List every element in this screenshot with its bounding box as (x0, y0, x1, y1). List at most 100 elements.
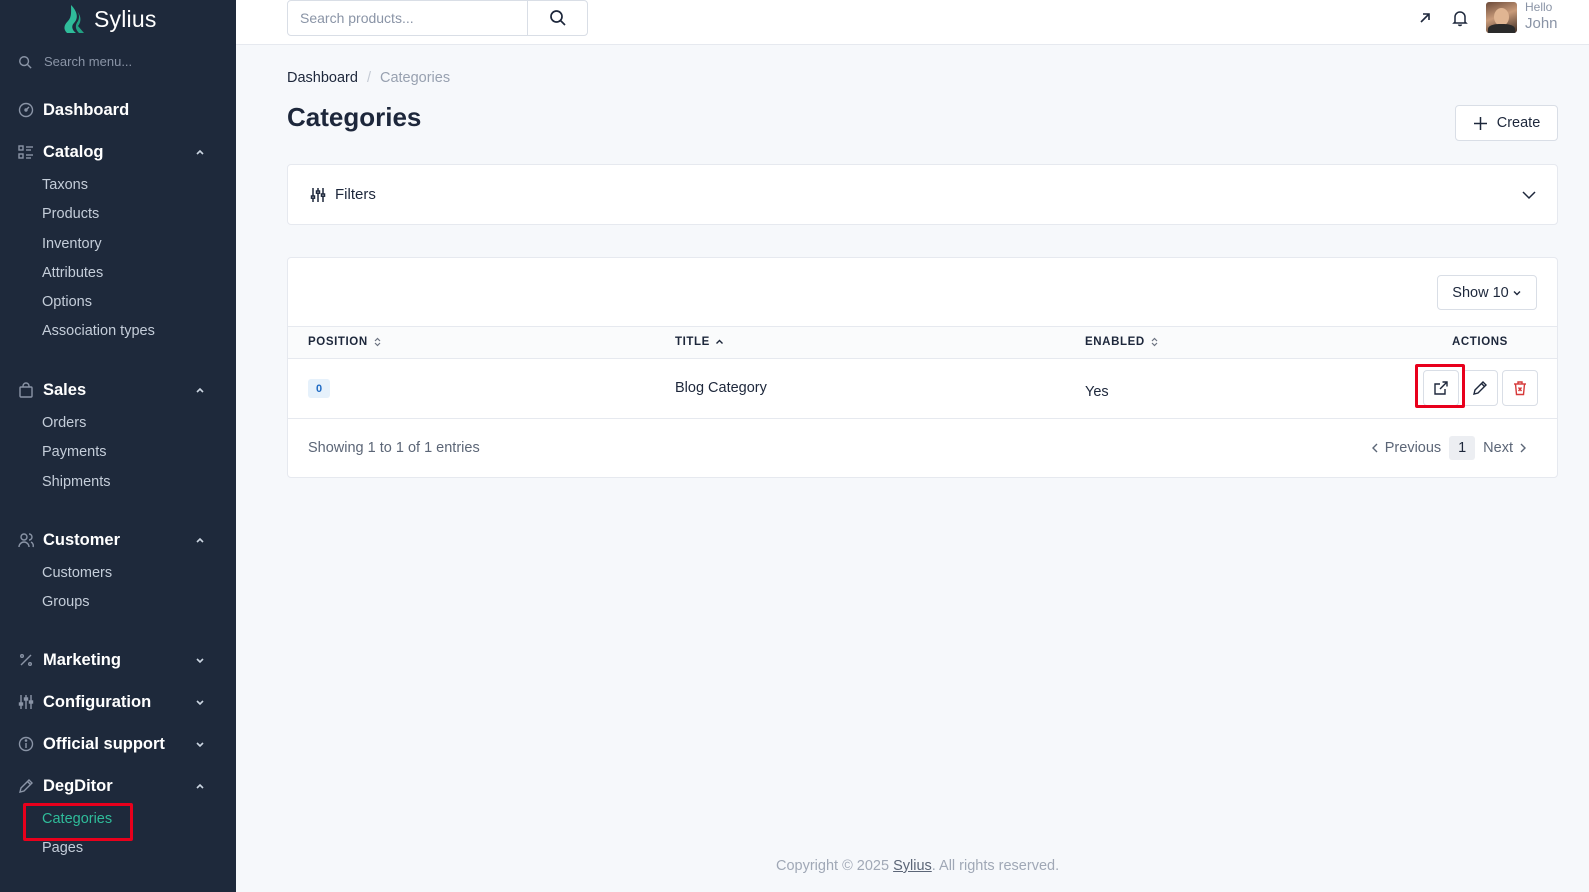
nav-section-catalog: Catalog Taxons Products Inventory Attrib… (0, 139, 236, 347)
page-size-dropdown[interactable]: Show 10 (1437, 275, 1537, 310)
search-icon (19, 55, 32, 69)
breadcrumb-dashboard[interactable]: Dashboard (287, 70, 358, 86)
nav-official-support[interactable]: Official support (0, 731, 236, 757)
nav-item-attributes[interactable]: Attributes (42, 259, 236, 288)
nav-customer[interactable]: Customer (0, 527, 236, 553)
nav-item-groups[interactable]: Groups (42, 588, 236, 617)
menu-search-placeholder: Search menu... (44, 54, 133, 69)
nav-item-taxons[interactable]: Taxons (42, 171, 236, 200)
show-button[interactable] (1423, 370, 1459, 406)
sliders-icon (17, 694, 34, 711)
create-button-label: Create (1496, 115, 1541, 131)
position-badge: 0 (308, 379, 330, 398)
footer-prefix: Copyright © 2025 (776, 858, 894, 874)
column-enabled[interactable]: ENABLED (1085, 336, 1159, 348)
nav-item-pages[interactable]: Pages (42, 834, 236, 863)
catalog-submenu: Taxons Products Inventory Attributes Opt… (0, 171, 236, 347)
pagination: Previous 1 Next (1369, 436, 1529, 460)
filters-label: Filters (335, 186, 376, 203)
trash-icon (1514, 381, 1526, 396)
nav-item-categories[interactable]: Categories (42, 805, 236, 834)
nav-item-shipments[interactable]: Shipments (42, 468, 236, 497)
product-search (287, 0, 588, 36)
footer-suffix: . All rights reserved. (931, 858, 1060, 874)
filter-sliders-icon (310, 188, 326, 202)
product-search-button[interactable] (527, 1, 587, 35)
external-link-icon (1434, 381, 1448, 395)
chevron-down-icon (196, 658, 204, 664)
table-info: Showing 1 to 1 of 1 entries (308, 440, 480, 456)
nav-item-payments[interactable]: Payments (42, 438, 236, 467)
users-icon (17, 532, 34, 549)
catalog-icon (17, 144, 34, 161)
pencil-icon (1473, 381, 1487, 395)
row-title: Blog Category (675, 380, 767, 396)
row-enabled: Yes (1085, 384, 1109, 400)
chevron-down-icon (196, 700, 204, 706)
avatar[interactable] (1486, 2, 1517, 33)
nav-sales[interactable]: Sales (0, 377, 236, 403)
menu-search[interactable]: Search menu... (18, 54, 132, 69)
brand-name: Sylius (94, 5, 157, 32)
chevron-up-icon (196, 387, 204, 393)
delete-button[interactable] (1502, 370, 1538, 406)
chevron-down-icon (1513, 290, 1521, 295)
sort-icon (374, 337, 381, 347)
nav-section-marketing: Marketing (0, 647, 236, 673)
nav-catalog[interactable]: Catalog (0, 139, 236, 165)
user-name[interactable]: John (1525, 15, 1558, 32)
sidebar: Sylius Search menu... Dashboard Catalog … (0, 0, 236, 892)
chevron-up-icon (196, 783, 204, 789)
footer-sylius-link[interactable]: Sylius (893, 858, 932, 874)
pagination-next[interactable]: Next (1483, 440, 1529, 456)
external-link-arrow-icon[interactable] (1416, 9, 1434, 27)
info-icon (17, 736, 34, 753)
product-search-input[interactable] (288, 1, 527, 35)
nav-dashboard[interactable]: Dashboard (0, 97, 236, 123)
sort-icon (1151, 337, 1158, 347)
table-row: 0 Blog Category Yes (288, 359, 1557, 419)
create-button[interactable]: Create (1455, 105, 1558, 141)
pagination-page-current[interactable]: 1 (1449, 436, 1476, 460)
nav-section-dashboard: Dashboard (0, 97, 236, 123)
nav-degditor[interactable]: DegDitor (0, 773, 236, 799)
chevron-right-icon (1520, 443, 1526, 453)
nav-section-configuration: Configuration (0, 689, 236, 715)
nav-item-inventory[interactable]: Inventory (42, 230, 236, 259)
table-header: POSITION TITLE ENABLED ACTIONS (288, 326, 1557, 359)
nav-section-official-support: Official support (0, 731, 236, 757)
filters-panel[interactable]: Filters (287, 164, 1558, 225)
nav-section-degditor: DegDitor Categories Pages (0, 773, 236, 864)
bag-icon (17, 382, 34, 399)
nav-section-sales: Sales Orders Payments Shipments (0, 377, 236, 497)
sales-submenu: Orders Payments Shipments (0, 409, 236, 497)
breadcrumb-current: Categories (379, 70, 451, 86)
pencil-icon (17, 778, 34, 795)
dashboard-icon (17, 102, 34, 119)
brand-logo-link[interactable]: Sylius (62, 4, 157, 34)
user-greeting: Hello (1525, 0, 1553, 14)
nav-item-orders[interactable]: Orders (42, 409, 236, 438)
nav-item-products[interactable]: Products (42, 200, 236, 229)
nav-configuration[interactable]: Configuration (0, 689, 236, 715)
nav-item-options[interactable]: Options (42, 288, 236, 317)
page-size-label: Show 10 (1452, 284, 1509, 301)
column-actions: ACTIONS (1452, 336, 1508, 348)
breadcrumb: Dashboard / Categories (287, 70, 450, 86)
nav-item-association-types[interactable]: Association types (42, 317, 236, 346)
chevron-up-icon (196, 537, 204, 543)
pagination-previous[interactable]: Previous (1369, 440, 1441, 456)
search-icon (549, 10, 566, 26)
page-title: Categories (287, 102, 422, 132)
bell-icon[interactable] (1451, 9, 1469, 27)
column-position[interactable]: POSITION (308, 336, 382, 348)
nav-item-customers[interactable]: Customers (42, 559, 236, 588)
sort-ascending-icon (715, 339, 723, 344)
topbar: Hello John (236, 0, 1589, 45)
categories-table: Show 10 POSITION TITLE ENABLED ACTIONS 0… (287, 257, 1558, 478)
nav-marketing[interactable]: Marketing (0, 647, 236, 673)
breadcrumb-separator: / (366, 70, 371, 86)
degditor-submenu: Categories Pages (0, 805, 236, 864)
column-title[interactable]: TITLE (675, 336, 724, 348)
edit-button[interactable] (1462, 370, 1498, 406)
